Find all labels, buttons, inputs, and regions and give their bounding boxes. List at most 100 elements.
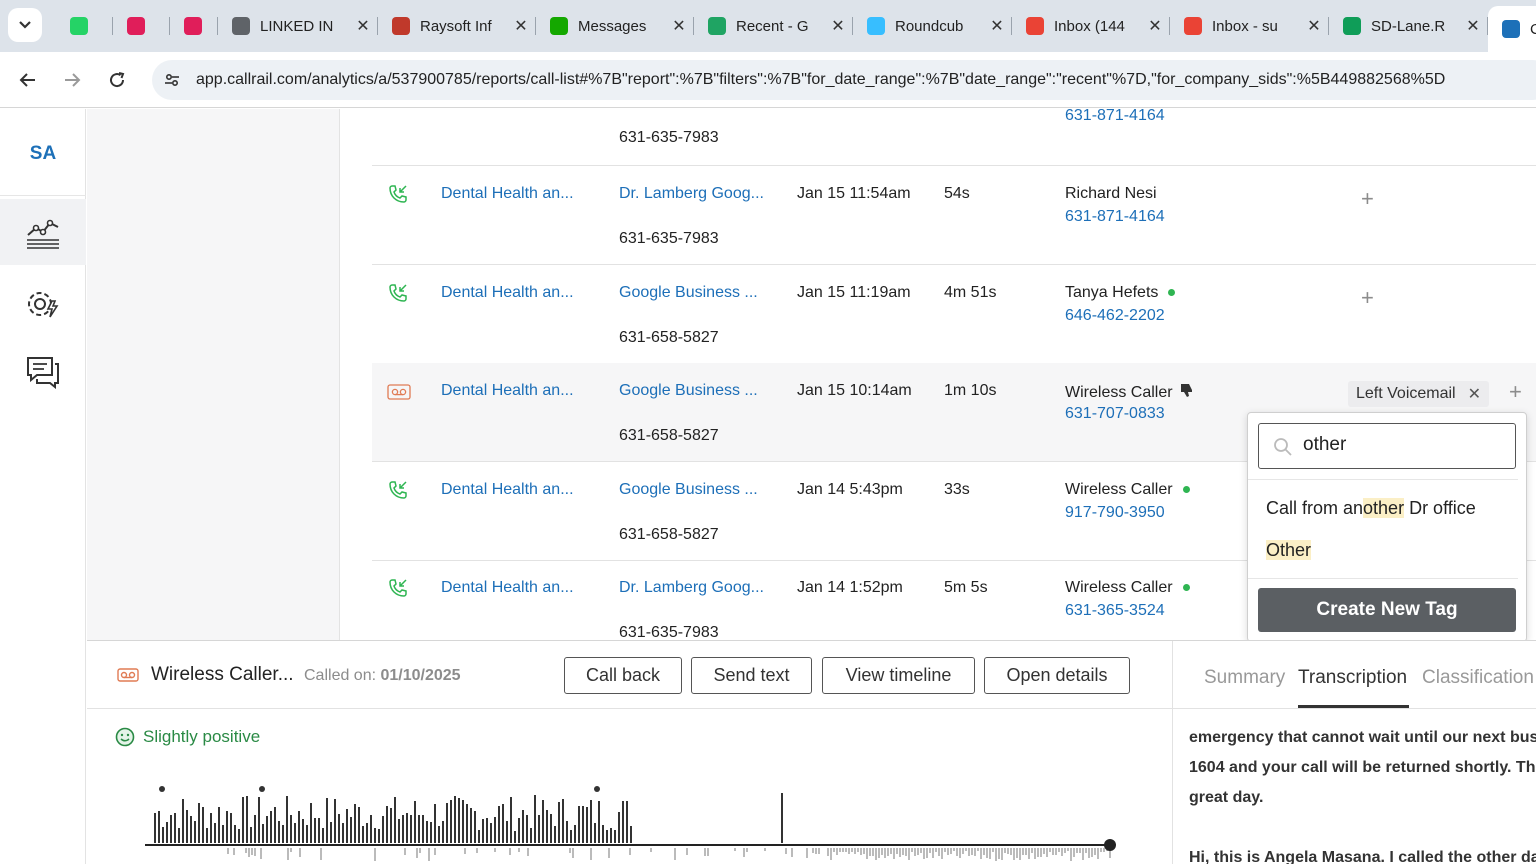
tab-divider — [1173, 708, 1536, 709]
call-duration: 5m 5s — [944, 579, 988, 596]
table-row[interactable]: Dental Health an... Dr. Lamberg Goog... 63… — [372, 166, 1536, 265]
browser-tab[interactable]: C — [1488, 6, 1536, 52]
tab-title: LINKED IN — [260, 17, 334, 35]
caller-phone-link[interactable]: 917-790-3950 — [1065, 504, 1165, 522]
send-text-button[interactable]: Send text — [691, 657, 812, 694]
tag-option-other[interactable]: Other — [1266, 540, 1312, 561]
back-arrow-icon — [19, 73, 35, 87]
view-timeline-button[interactable]: View timeline — [822, 657, 975, 694]
source-link[interactable]: Dr. Lamberg Goog... — [619, 579, 764, 597]
call-date: Jan 14 1:52pm — [797, 579, 903, 596]
browser-tab[interactable]: Messages ✕ — [536, 8, 694, 44]
tracking-number: 631-635-7983 — [619, 230, 719, 247]
nav-analytics[interactable] — [0, 199, 86, 265]
browser-tab[interactable]: Roundcub ✕ — [853, 8, 1012, 44]
tab-transcription[interactable]: Transcription — [1298, 667, 1407, 689]
tab-title: SD-Lane.R — [1371, 17, 1446, 35]
company-link[interactable]: Dental Health an... — [441, 185, 574, 203]
option-text-match: other — [1363, 498, 1405, 518]
add-tag-icon[interactable]: + — [1361, 285, 1374, 311]
browser-toolbar: app.callrail.com/analytics/a/537900785/r… — [0, 52, 1536, 108]
browser-tab[interactable] — [170, 8, 218, 44]
audio-waveform[interactable] — [145, 781, 1125, 864]
roundcube-icon — [867, 17, 885, 35]
add-tag-icon[interactable]: + — [1509, 379, 1522, 405]
back-button[interactable] — [14, 66, 42, 94]
caller-phone-link[interactable]: 631-871-4164 — [1065, 109, 1165, 125]
close-tab-icon[interactable]: ✕ — [827, 16, 849, 36]
inbound-call-icon — [389, 284, 407, 302]
company-link[interactable]: Dental Health an... — [441, 579, 574, 597]
nav-settings[interactable] — [0, 271, 86, 337]
close-tab-icon[interactable]: ✕ — [1462, 16, 1484, 36]
company-link[interactable]: Dental Health an... — [441, 382, 574, 400]
tracking-number: 631-658-5827 — [619, 526, 719, 543]
caller-phone-link[interactable]: 631-871-4164 — [1065, 208, 1165, 226]
browser-tab[interactable]: Recent - G ✕ — [694, 8, 853, 44]
browser-tab[interactable] — [56, 8, 113, 44]
caller-name: Wireless Caller — [1065, 579, 1173, 596]
forward-button[interactable] — [58, 66, 86, 94]
filters-pane — [87, 109, 340, 640]
caller-name: Richard Nesi — [1065, 185, 1157, 202]
call-date: Jan 15 11:54am — [797, 185, 911, 202]
app-nav-rail: SA — [0, 109, 86, 864]
tab-search-button[interactable] — [8, 8, 42, 42]
call-back-button[interactable]: Call back — [564, 657, 682, 694]
playhead-handle — [1104, 839, 1116, 851]
status-dot — [1182, 486, 1190, 494]
close-tab-icon[interactable]: ✕ — [510, 16, 532, 36]
reload-icon — [110, 72, 125, 88]
add-tag-icon[interactable]: + — [1361, 186, 1374, 212]
tab-summary[interactable]: Summary — [1204, 667, 1285, 689]
call-duration: 54s — [944, 185, 970, 202]
close-tab-icon[interactable]: ✕ — [668, 16, 690, 36]
tab-title: Recent - G — [736, 17, 809, 35]
browser-tab[interactable]: LINKED IN ✕ — [218, 8, 378, 44]
source-link[interactable]: Dr. Lamberg Goog... — [619, 185, 764, 203]
forward-arrow-icon — [65, 73, 81, 87]
source-link[interactable]: Google Business ... — [619, 284, 758, 302]
open-details-button[interactable]: Open details — [984, 657, 1130, 694]
account-logo[interactable]: SA — [0, 143, 86, 165]
company-link[interactable]: Dental Health an... — [441, 481, 574, 499]
tab-classification[interactable]: Classification — [1422, 667, 1534, 689]
table-row-partial[interactable]: 631-635-7983 631-871-4164 — [372, 109, 1536, 166]
tag-search-input[interactable] — [1303, 434, 1503, 456]
reload-button[interactable] — [103, 66, 131, 94]
browser-tab[interactable]: Raysoft Inf ✕ — [378, 8, 536, 44]
close-tab-icon[interactable]: ✕ — [352, 16, 374, 36]
close-tab-icon[interactable]: ✕ — [986, 16, 1008, 36]
raysoft-icon — [392, 17, 410, 35]
table-row[interactable]: Dental Health an... Google Business ... 63… — [372, 265, 1536, 364]
remove-tag-icon[interactable]: ✕ — [1468, 384, 1481, 404]
caller-phone-link[interactable]: 631-707-0833 — [1065, 405, 1165, 423]
browser-tab[interactable]: Inbox - su ✕ — [1170, 8, 1329, 44]
source-link[interactable]: Google Business ... — [619, 481, 758, 499]
close-tab-icon[interactable]: ✕ — [1144, 16, 1166, 36]
tag-option-call-from-another-dr-office[interactable]: Call from another Dr office — [1266, 498, 1476, 519]
call-duration: 33s — [944, 481, 970, 498]
sentiment-label: Slightly positive — [143, 727, 261, 746]
sentiment-indicator: Slightly positive — [115, 727, 260, 747]
create-new-tag-button[interactable]: Create New Tag — [1258, 588, 1516, 632]
dislike-icon[interactable] — [1179, 382, 1195, 398]
browser-tab[interactable]: Inbox (144 ✕ — [1012, 8, 1170, 44]
browser-tab[interactable] — [113, 8, 170, 44]
browser-tab[interactable]: SD-Lane.R ✕ — [1329, 8, 1488, 44]
call-duration: 4m 51s — [944, 284, 997, 301]
company-link[interactable]: Dental Health an... — [441, 284, 574, 302]
address-bar[interactable]: app.callrail.com/analytics/a/537900785/r… — [152, 60, 1536, 100]
search-icon — [1274, 438, 1292, 456]
gmail-icon — [1026, 17, 1044, 35]
caller-phone-link[interactable]: 631-365-3524 — [1065, 602, 1165, 620]
close-tab-icon[interactable]: ✕ — [1303, 16, 1325, 36]
tag-search-field[interactable] — [1258, 423, 1516, 469]
transcript-line: great day. — [1189, 789, 1264, 806]
transcript-line: Hi, this is Angela Masana. I called the … — [1189, 849, 1536, 864]
source-link[interactable]: Google Business ... — [619, 382, 758, 400]
nav-conversations[interactable] — [0, 339, 86, 405]
site-settings-icon[interactable] — [162, 70, 182, 90]
caller-phone-link[interactable]: 646-462-2202 — [1065, 307, 1165, 325]
voicemail-icon — [387, 384, 411, 400]
